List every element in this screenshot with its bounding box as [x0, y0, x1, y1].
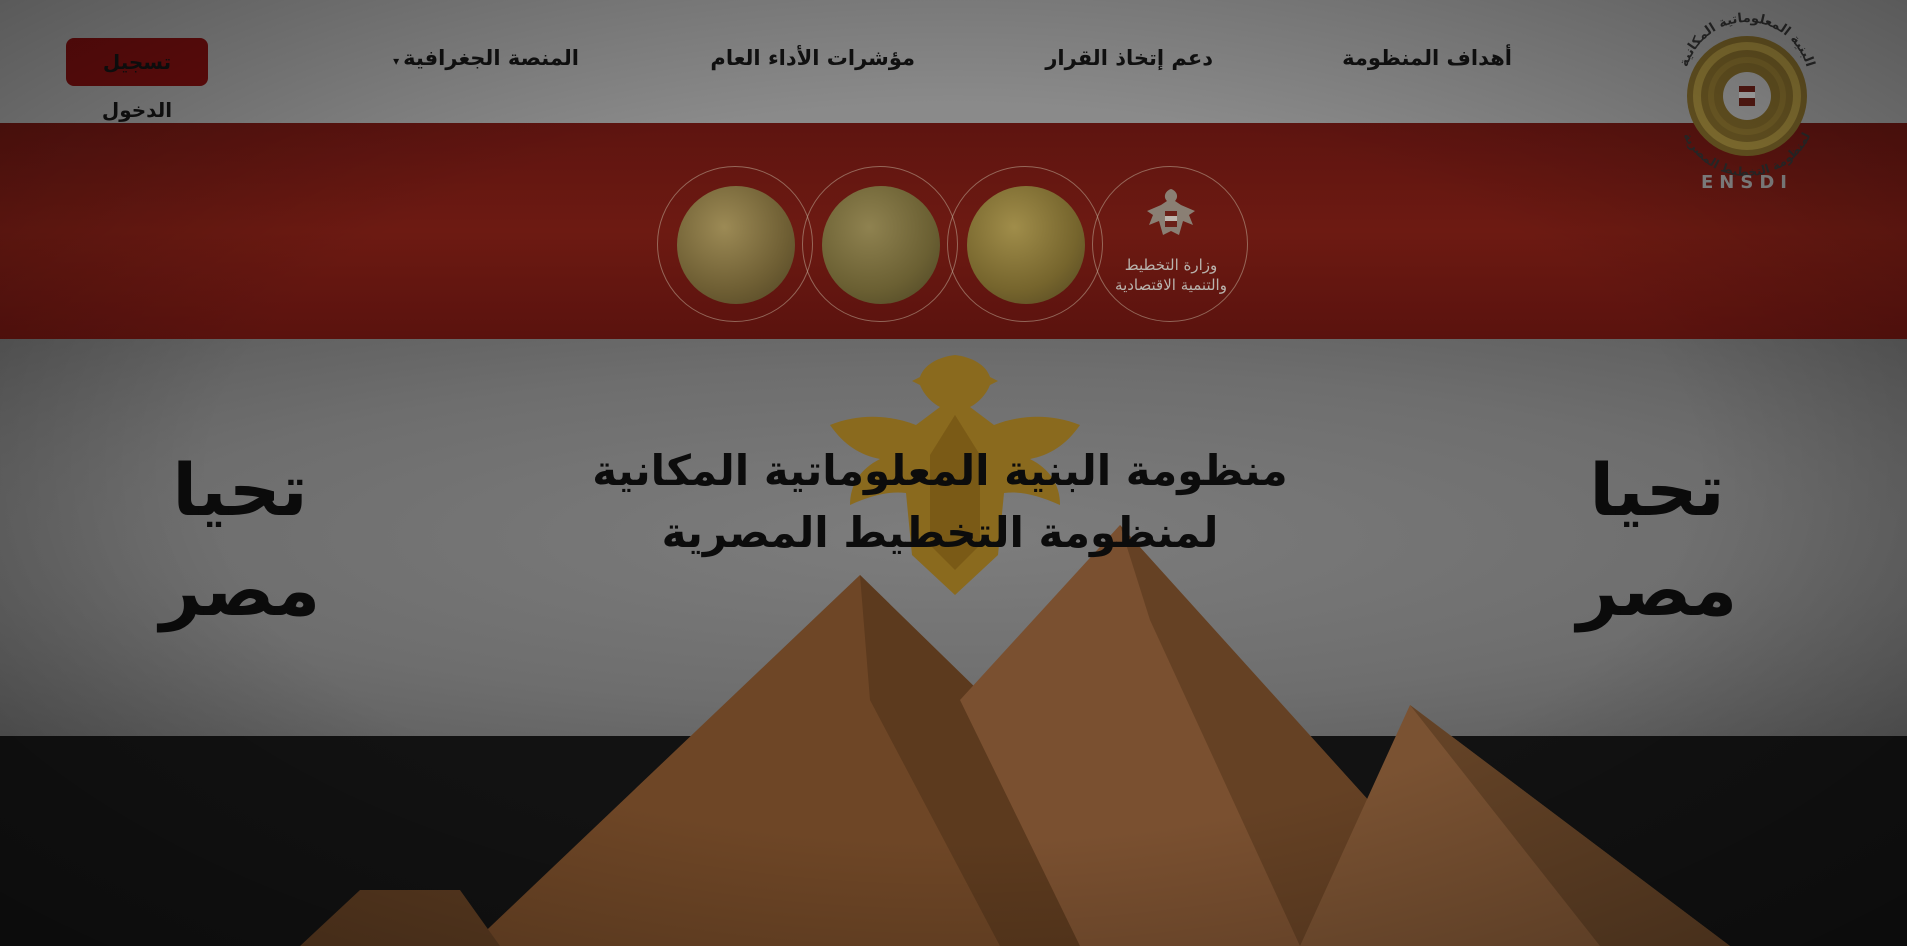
hero-title: منظومة البنية المعلوماتية المكانية لمنظو…	[592, 446, 1288, 557]
logo-abbrev: ENSDI	[1701, 172, 1793, 193]
ensdi-logo[interactable]: البنية المعلوماتية المكانية لمنظومة التخ…	[1667, 6, 1827, 196]
